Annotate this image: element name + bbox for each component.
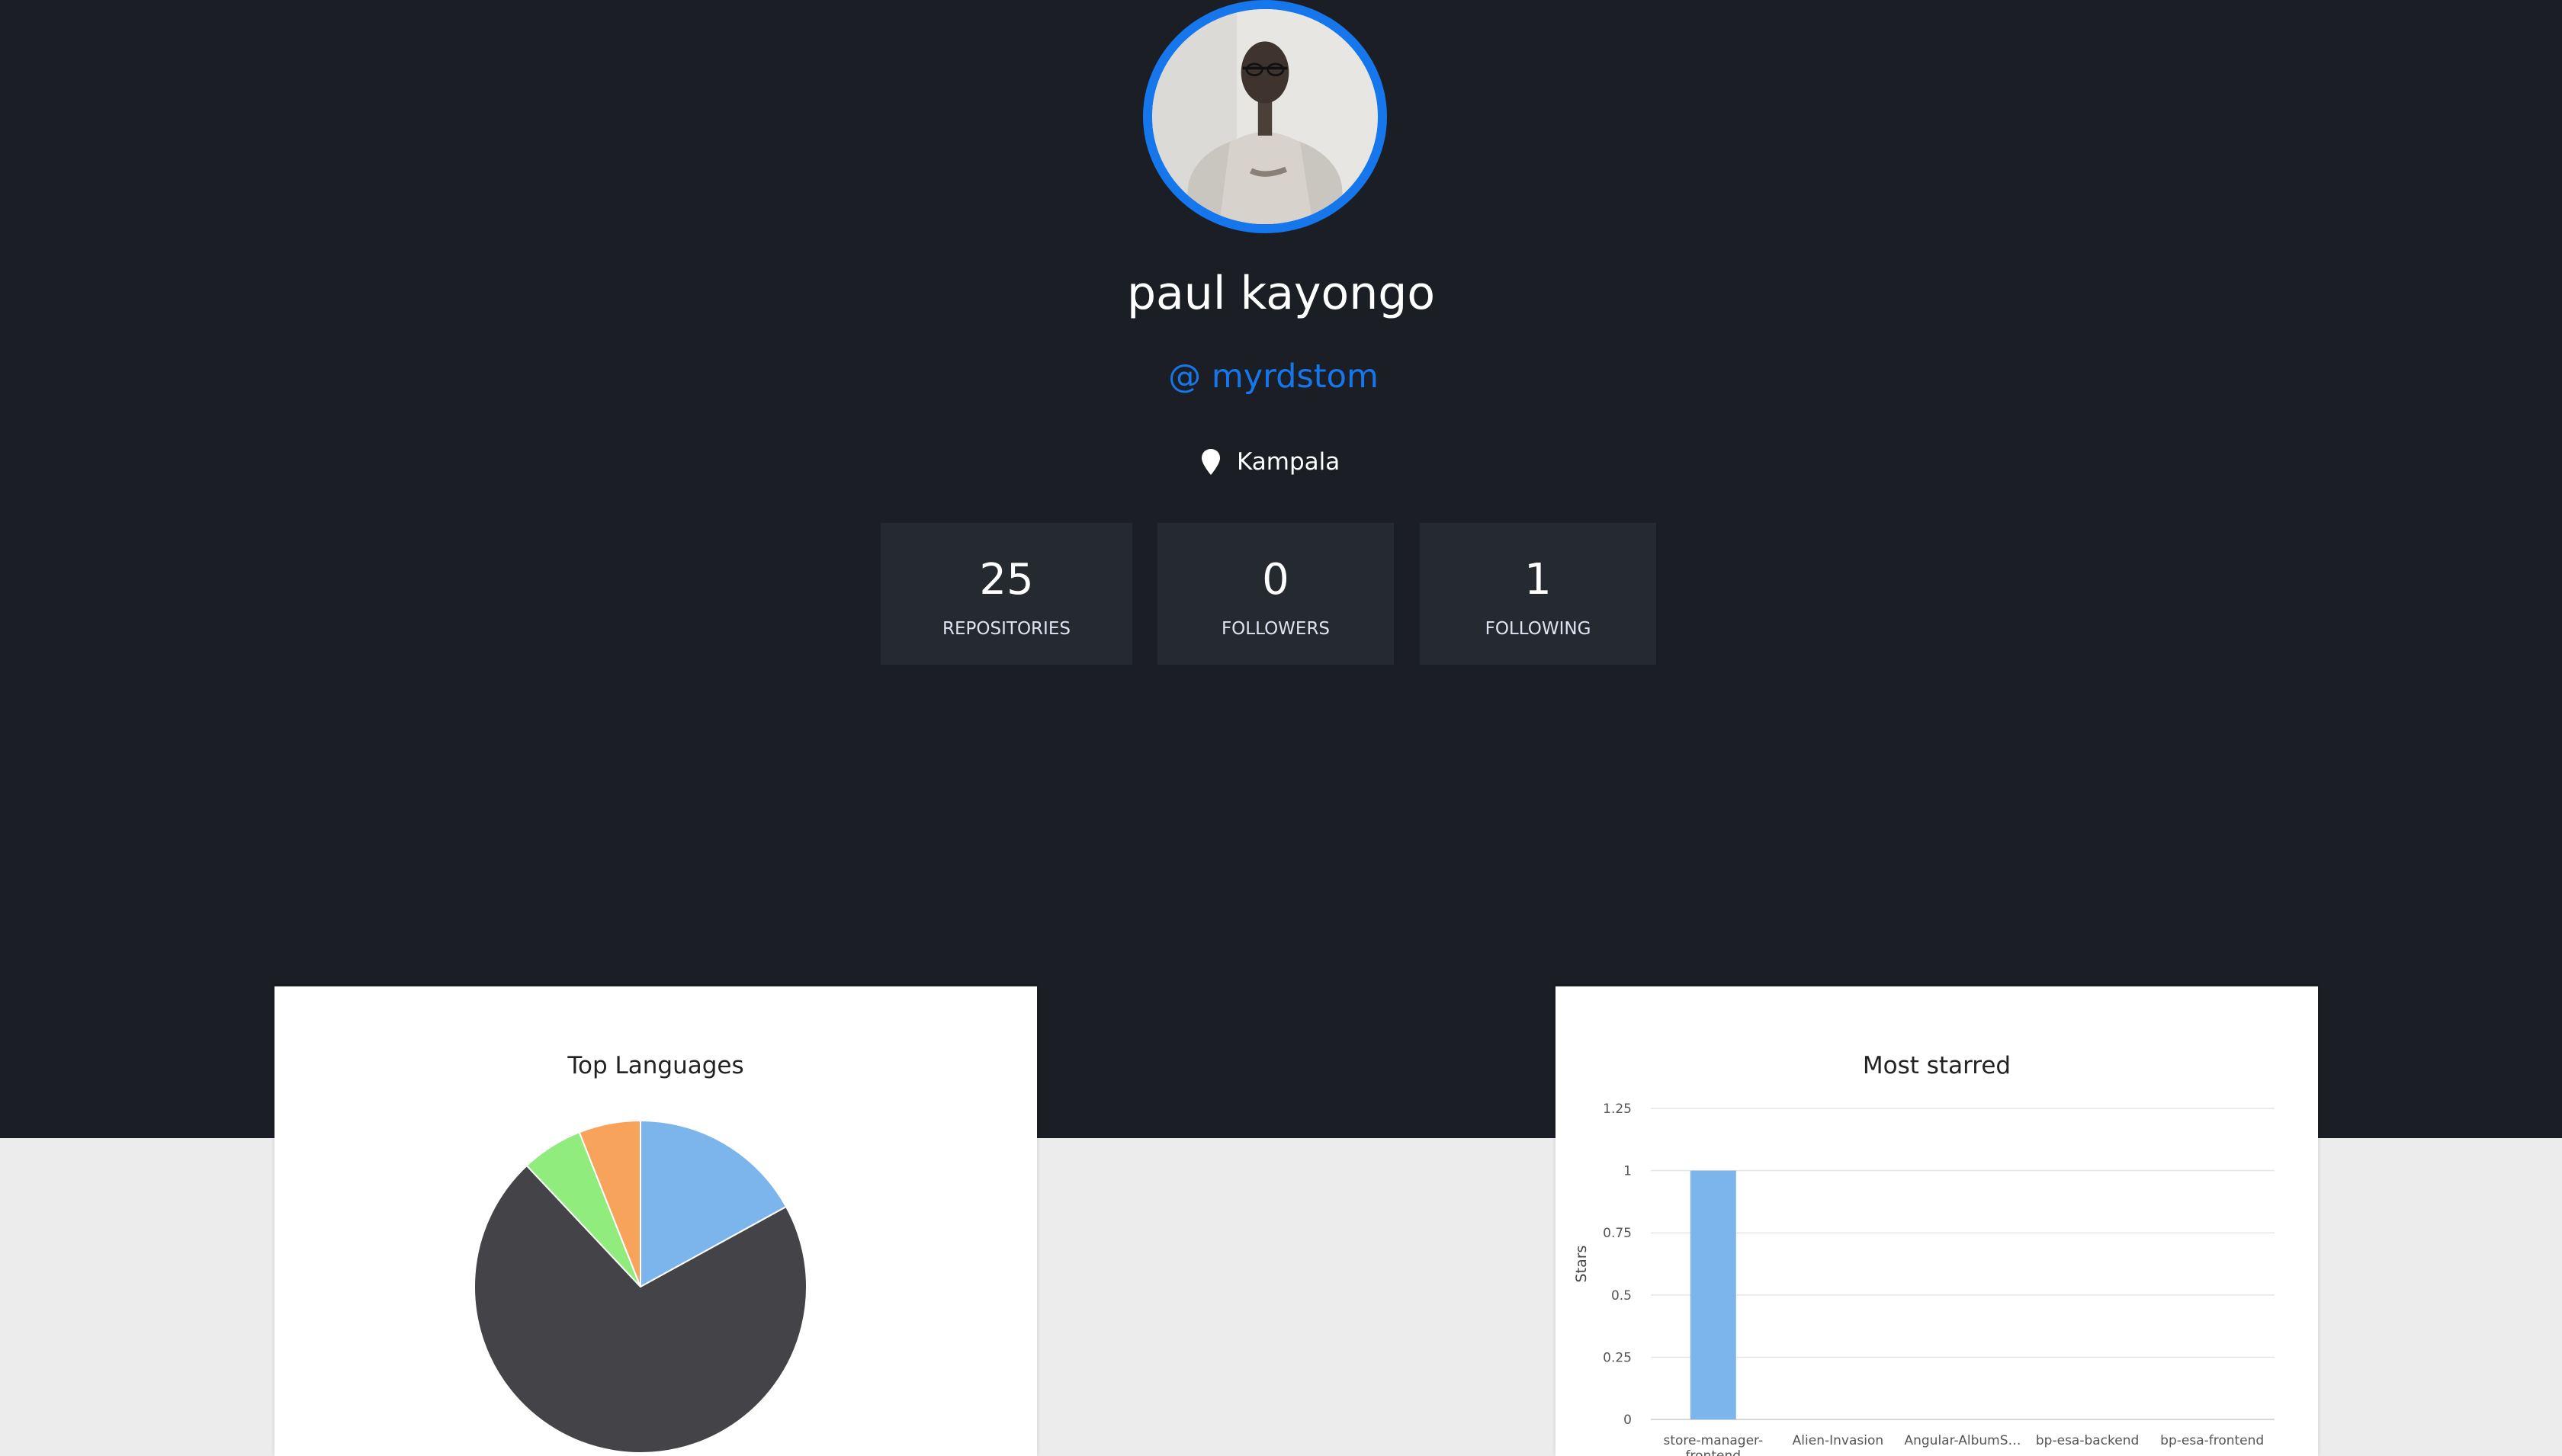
profile-username-link[interactable]: @ myrdstom bbox=[0, 352, 2547, 401]
profile-location: Kampala bbox=[1202, 445, 1340, 479]
most-starred-card: Most starred 0 0.25 0.5 0.75 1 1.25 Stars store… bbox=[1556, 986, 2318, 1456]
x-tick-label: frontend bbox=[1686, 1448, 1741, 1456]
x-tick-label: store-manager- bbox=[1664, 1433, 1764, 1448]
most-starred-bar-chart: 0 0.25 0.5 0.75 1 1.25 Stars store-manager-fron… bbox=[1573, 1102, 2275, 1456]
stat-repositories[interactable]: 25 REPOSITORIES bbox=[881, 523, 1132, 665]
x-tick-label: bp-esa-backend bbox=[2036, 1433, 2139, 1448]
location-text: Kampala bbox=[1237, 448, 1340, 476]
stat-label: FOLLOWERS bbox=[1221, 619, 1331, 639]
avatar bbox=[1143, 0, 1387, 233]
avatar-photo bbox=[1152, 9, 1378, 224]
bar-0[interactable] bbox=[1690, 1170, 1736, 1419]
x-tick-label: Angular-AlbumS… bbox=[1904, 1433, 2021, 1448]
y-tick-label: 1.25 bbox=[1603, 1102, 1632, 1117]
y-tick-label: 0 bbox=[1623, 1413, 1632, 1428]
x-tick-label: Alien-Invasion bbox=[1793, 1433, 1883, 1448]
map-pin-icon bbox=[1202, 449, 1220, 475]
x-tick-label: bp-esa-frontend bbox=[2160, 1433, 2264, 1448]
stat-label: REPOSITORIES bbox=[942, 619, 1071, 639]
top-languages-pie-chart bbox=[474, 1119, 807, 1454]
y-tick-label: 1 bbox=[1623, 1164, 1632, 1179]
stat-followers[interactable]: 0 FOLLOWERS bbox=[1157, 523, 1394, 665]
y-tick-label: 0.75 bbox=[1603, 1226, 1632, 1241]
y-axis-title: Stars bbox=[1573, 1246, 1590, 1283]
stat-value: 1 bbox=[1524, 555, 1552, 605]
stat-label: FOLLOWING bbox=[1485, 619, 1591, 639]
y-tick-label: 0.25 bbox=[1603, 1350, 1632, 1365]
profile-name: paul kayongo bbox=[1126, 267, 1436, 320]
stat-value: 0 bbox=[1262, 555, 1289, 605]
stat-value: 25 bbox=[979, 555, 1034, 605]
y-tick-label: 0.5 bbox=[1611, 1288, 1632, 1304]
top-languages-card: Top Languages bbox=[274, 986, 1037, 1456]
stat-following[interactable]: 1 FOLLOWING bbox=[1420, 523, 1656, 665]
